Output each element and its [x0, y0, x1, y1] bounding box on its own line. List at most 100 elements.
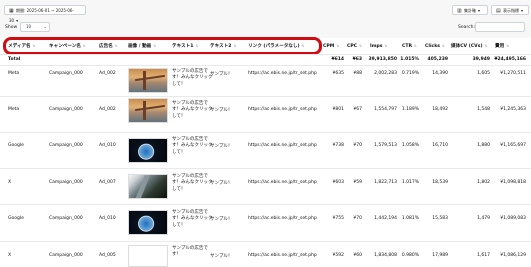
cell-imps: 1,834,808	[374, 253, 397, 258]
page-size-value: 10	[26, 24, 32, 29]
sort-icon: ⇅	[442, 44, 445, 48]
column-header-link[interactable]: リンク (パラメータなし) ⇅	[248, 40, 304, 52]
search-input[interactable]	[475, 22, 525, 32]
cell-text-2: サンプル！	[210, 217, 233, 222]
cell-imps: 1,554,797	[374, 107, 397, 112]
cell-cpm: ¥801	[332, 107, 344, 112]
cell-media-cv: 1,548	[477, 107, 490, 112]
search-label: Search:	[458, 25, 475, 30]
column-label: Imps	[370, 44, 383, 49]
column-header-text-1[interactable]: テキスト1 ⇅	[172, 40, 198, 52]
column-label: キャンペーン名	[49, 44, 81, 49]
page-size-select[interactable]: 10 ⌄	[20, 22, 50, 32]
cell-cost: ¥1,165,697	[500, 143, 526, 148]
column-header-cpm[interactable]: CPM ⇅	[323, 40, 339, 52]
column-label: Clicks	[425, 44, 441, 49]
sort-icon: ⇅	[384, 44, 388, 48]
cell-text-1: サンプルの広告です！みんなクリックして！	[172, 101, 213, 119]
cell-campaign: Campaign_000	[49, 107, 83, 112]
cell-link[interactable]: https://ac.ebis.ne.jp/tr_set.php	[248, 71, 317, 76]
cell-clicks: 15,583	[432, 216, 448, 221]
cell-link[interactable]: https://ac.ebis.ne.jp/tr_set.php	[248, 180, 317, 185]
row-divider	[0, 132, 531, 133]
column-header-imps[interactable]: Imps ⇅	[370, 40, 387, 52]
cell-link[interactable]: https://ac.ebis.ne.jp/tr_set.php	[248, 216, 317, 221]
sort-icon: ⇅	[82, 44, 86, 48]
cell-imps: 2,002,283	[374, 71, 397, 76]
cell-text-1: サンプルの広告です！みんなクリックして！	[172, 137, 213, 155]
column-label: CPM	[323, 44, 335, 49]
column-label: 画像 / 動画	[128, 44, 152, 49]
cell-media: Google	[8, 143, 24, 148]
column-header-ad-name[interactable]: 広告名 ⇅	[99, 40, 118, 52]
column-header-ctr[interactable]: CTR ⇅	[402, 40, 417, 52]
cell-campaign: Campaign_000	[49, 253, 83, 258]
cell-link[interactable]: https://ac.ebis.ne.jp/tr_set.php	[248, 107, 317, 112]
cell-link[interactable]: https://ac.ebis.ne.jp/tr_set.php	[248, 253, 317, 258]
row-divider	[0, 54, 531, 55]
column-header-cpc[interactable]: CPC ⇅	[347, 40, 362, 52]
cell-clicks: 18,539	[432, 180, 448, 185]
column-header-image-video[interactable]: 画像 / 動画 ⇅	[128, 40, 156, 52]
thumbnail-image	[128, 245, 168, 267]
thumbnail-image	[128, 138, 168, 163]
sort-icon: ⇅	[301, 44, 305, 48]
chevron-down-icon: ▾	[521, 8, 524, 13]
cell-clicks: 16,710	[432, 143, 448, 148]
row-divider	[0, 241, 531, 242]
toolbar: ▦ 期間: 2025-06-01 ~ 2025-06-30 ▾ ▥ 集計軸 ▾ ▤ 表示指…	[0, 0, 531, 23]
date-range-button[interactable]: ▦ 期間: 2025-06-01 ~ 2025-06-30 ▾	[4, 5, 86, 23]
cell-media: Meta	[8, 71, 20, 76]
cell-text-1: サンプルの広告です！みんなクリックして！	[172, 174, 213, 192]
sort-icon: ⇅	[506, 44, 510, 48]
row-divider	[0, 65, 531, 66]
cell-ctr: 1.058%	[401, 143, 419, 148]
column-header-media-cv[interactable]: 媒体CV (CVs) ⇅	[451, 40, 487, 52]
column-header-text-2[interactable]: テキスト2 ⇅	[210, 40, 236, 52]
calendar-icon: ▦	[9, 8, 14, 14]
column-label: 媒体CV (CVs)	[451, 44, 483, 49]
cell-link[interactable]: https://ac.ebis.ne.jp/tr_set.php	[248, 143, 317, 148]
column-header-clicks[interactable]: Clicks ⇅	[425, 40, 445, 52]
cell-cpm: ¥755	[332, 216, 344, 221]
column-label: 費用	[495, 44, 505, 49]
thumbnail-image	[128, 98, 168, 123]
total-cpc: ¥63	[352, 57, 362, 62]
cell-clicks: 17,989	[432, 253, 448, 258]
column-label: CTR	[402, 44, 413, 49]
column-label: 広告名	[99, 44, 113, 49]
cell-cpc: ¥67	[353, 107, 362, 112]
column-header-cost[interactable]: 費用 ⇅	[495, 40, 509, 52]
total-cost: ¥24,495,166	[494, 57, 526, 62]
column-header-media[interactable]: メディア名 ⇅	[8, 40, 36, 52]
cell-media-cv: 1,880	[477, 143, 490, 148]
thumbnail-image	[128, 174, 168, 199]
cell-imps: 1,442,194	[374, 216, 397, 221]
chevron-down-icon: ⌄	[43, 24, 47, 29]
sort-icon: ⇅	[359, 44, 362, 48]
cell-clicks: 18,492	[432, 107, 448, 112]
display-metrics-button[interactable]: ▤ 表示指標 ▾	[491, 5, 529, 15]
sort-icon: ⇅	[484, 44, 488, 48]
sort-icon: ⇅	[153, 44, 157, 48]
cell-ad-name: Ad_002	[99, 107, 116, 112]
cell-media-cv: 1,605	[477, 71, 490, 76]
cell-ctr: 1.017%	[401, 180, 419, 185]
cell-ctr: 0.980%	[401, 253, 419, 258]
cell-media: Meta	[8, 107, 20, 112]
column-label: リンク (パラメータなし)	[248, 44, 300, 49]
thumbnail-image	[128, 210, 168, 235]
cell-text-2: サンプル！	[210, 254, 233, 259]
sort-icon: ⇅	[114, 44, 118, 48]
sort-icon: ⇅	[233, 44, 237, 48]
cell-text-2: サンプル！	[210, 181, 233, 186]
cell-imps: 1,822,713	[374, 180, 397, 185]
cell-text-2: サンプル！	[210, 108, 233, 113]
chevron-down-icon: ▾	[478, 8, 481, 13]
total-clicks: 405,239	[427, 57, 449, 62]
column-header-campaign[interactable]: キャンペーン名 ⇅	[49, 40, 86, 52]
display-metrics-label: 表示指標	[503, 8, 519, 13]
cell-campaign: Campaign_000	[49, 180, 83, 185]
aggregation-button[interactable]: ▥ 集計軸 ▾	[452, 5, 488, 15]
column-label: テキスト1	[172, 44, 194, 49]
